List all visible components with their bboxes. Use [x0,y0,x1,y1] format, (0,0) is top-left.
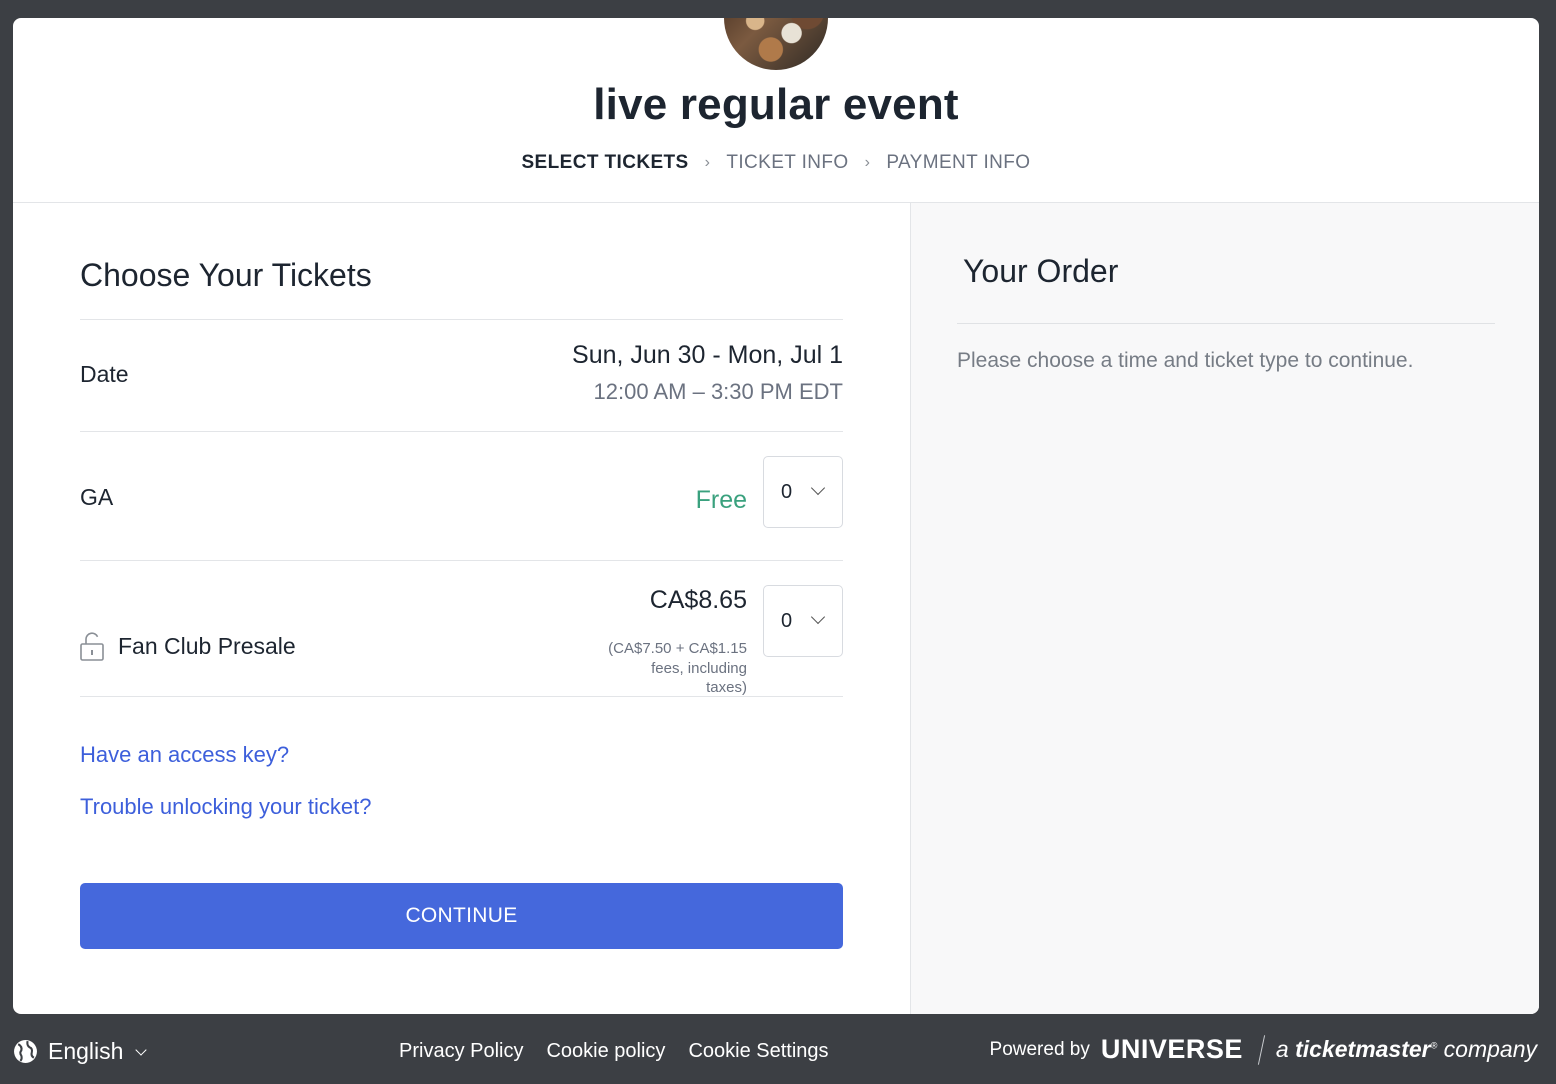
language-selector[interactable]: English [13,1038,148,1065]
globe-icon [14,1040,37,1063]
tm-prefix: a [1275,1036,1289,1062]
quantity-value: 0 [781,610,793,632]
footer-links: Privacy Policy Cookie policy Cookie Sett… [399,1040,829,1063]
divider [80,696,843,697]
ticket-price-breakdown: (CA$7.50 + CA$1.15 fees, including taxes… [608,640,747,696]
order-summary-panel: Your Order Please choose a time and tick… [910,203,1539,1014]
ticket-name-fan-club: Fan Club Presale [118,633,296,659]
time-range: 12:00 AM – 3:30 PM EDT [593,379,843,404]
chevron-down-icon [810,480,826,496]
ticket-price-fan-club: CA$8.65 [649,586,747,614]
tm-suffix: company [1443,1036,1537,1062]
logo-divider [1257,1034,1266,1065]
cookie-policy-link[interactable]: Cookie policy [546,1040,665,1063]
access-key-link[interactable]: Have an access key? [80,742,289,768]
divider [80,431,843,432]
powered-by-label: Powered by [989,1038,1090,1060]
step-ticket-info[interactable]: TICKET INFO [726,152,848,174]
chevron-down-icon [810,609,826,625]
tm-mark: ® [1430,1040,1438,1051]
ticket-name-ga: GA [80,484,114,510]
lock-icon [80,632,104,661]
event-title: live regular event [593,80,959,129]
quantity-select-fan-club[interactable]: 0 [763,585,843,657]
chevron-right-icon: › [864,154,871,171]
date-range: Sun, Jun 30 - Mon, Jul 1 [572,341,843,369]
date-label: Date [80,361,129,387]
step-select-tickets[interactable]: SELECT TICKETS [521,152,688,174]
checkout-card: live regular event SELECT TICKETS › TICK… [13,18,1539,1014]
checkout-steps: SELECT TICKETS › TICKET INFO › PAYMENT I… [13,152,1539,174]
order-empty-message: Please choose a time and ticket type to … [957,349,1414,372]
universe-logo[interactable]: UNIVERSE [1101,1034,1243,1065]
divider [957,323,1495,324]
quantity-value: 0 [781,481,793,503]
powered-by: Powered by UNIVERSE a ticketmaster® comp… [990,1034,1537,1065]
trouble-unlocking-link[interactable]: Trouble unlocking your ticket? [80,794,371,820]
choose-tickets-title: Choose Your Tickets [80,257,372,293]
footer: English Privacy Policy Cookie policy Coo… [0,1014,1556,1084]
divider [80,560,843,561]
language-label: English [48,1038,124,1064]
event-avatar [724,18,828,70]
ticket-price-ga: Free [695,486,747,514]
privacy-policy-link[interactable]: Privacy Policy [399,1040,523,1063]
ticketmaster-logo[interactable]: a ticketmaster® company [1276,1036,1537,1063]
continue-button[interactable]: CONTINUE [80,883,843,949]
tm-brand: ticketmaster [1295,1036,1431,1062]
order-title: Your Order [963,253,1119,289]
step-payment-info[interactable]: PAYMENT INFO [886,152,1030,174]
chevron-right-icon: › [704,154,711,171]
divider [80,319,843,320]
quantity-select-ga[interactable]: 0 [763,456,843,528]
cookie-settings-link[interactable]: Cookie Settings [688,1040,828,1063]
chevron-down-icon [135,1043,148,1056]
